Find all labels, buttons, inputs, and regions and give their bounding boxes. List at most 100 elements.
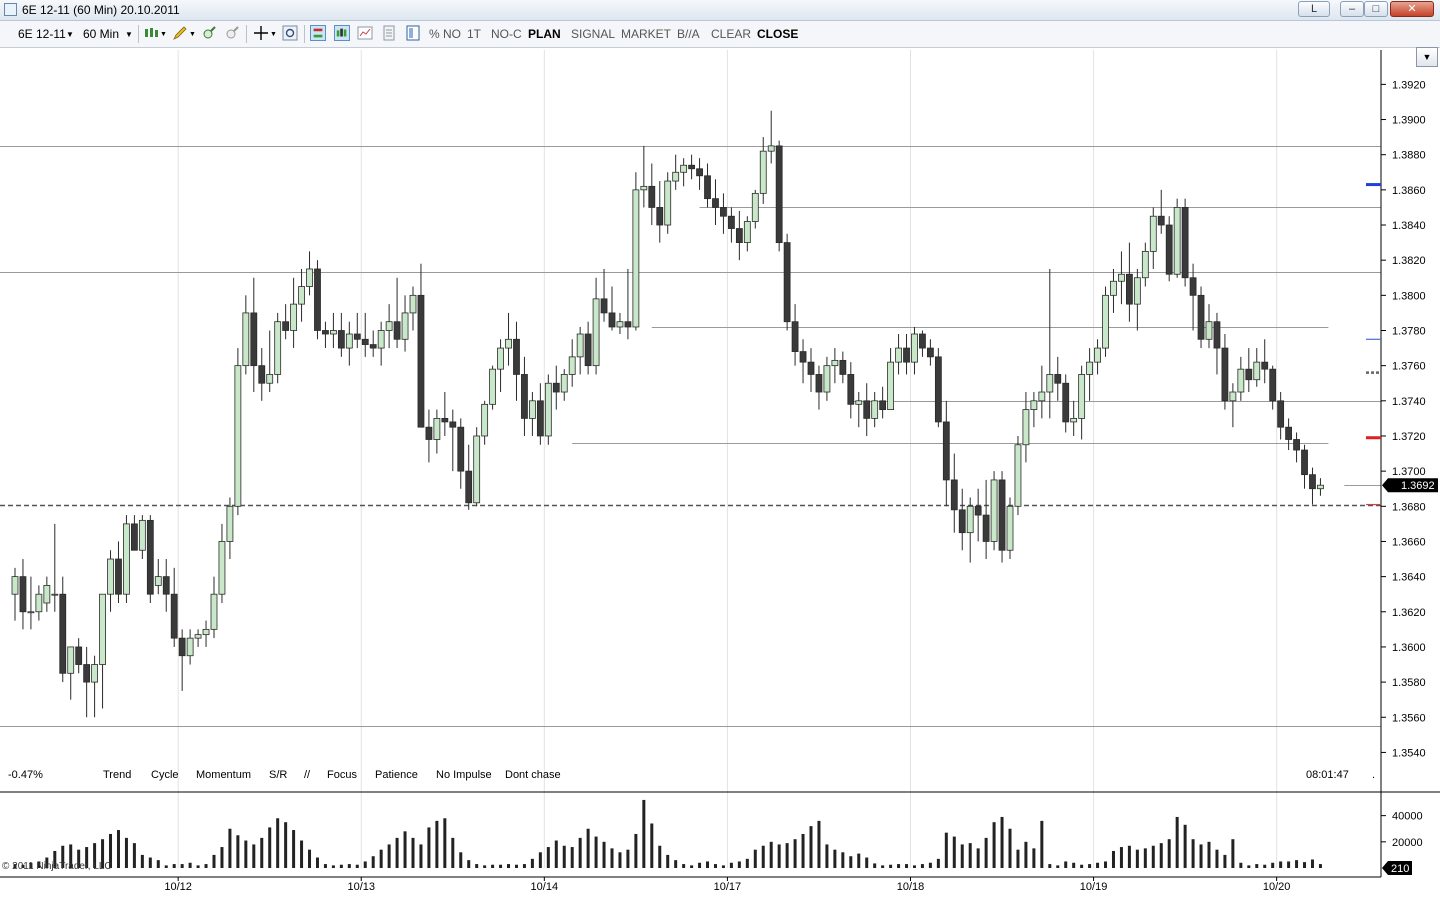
no-c-button[interactable]: NO-C xyxy=(491,27,522,41)
interval-selector[interactable]: 60 Min xyxy=(83,27,119,41)
link-button[interactable]: L xyxy=(1298,1,1330,17)
candle-body xyxy=(369,344,377,349)
volume-bar xyxy=(491,864,495,868)
candle-body xyxy=(950,479,958,511)
candle xyxy=(1046,268,1054,419)
candle xyxy=(624,268,632,340)
strategy-icon[interactable] xyxy=(310,25,326,41)
candle-body xyxy=(1102,294,1109,349)
zoom-in-icon[interactable] xyxy=(201,25,217,41)
volume-bar xyxy=(1024,841,1028,868)
candle-body xyxy=(1133,277,1141,305)
candle-body xyxy=(377,330,385,349)
toolbar-separator xyxy=(246,25,247,43)
volume-bar xyxy=(944,832,948,868)
crosshair-dropdown-icon[interactable]: ▼ xyxy=(270,31,277,38)
candle xyxy=(505,312,512,366)
candle xyxy=(966,497,974,563)
candle-body xyxy=(1205,321,1213,340)
volume-bar xyxy=(1159,843,1163,868)
chart-properties-icon[interactable] xyxy=(357,25,373,41)
price-tick-label: 1.3600 xyxy=(1392,642,1426,654)
volume-bar xyxy=(1104,861,1108,868)
indicator-trend: Trend xyxy=(103,769,132,781)
volume-bar xyxy=(1000,816,1004,868)
minimize-button[interactable]: – xyxy=(1340,1,1364,17)
candle xyxy=(1269,365,1277,410)
candle xyxy=(911,326,918,375)
candle-body xyxy=(584,333,592,367)
volume-bar xyxy=(578,837,582,868)
title-bar: 6E 12-11 (60 Min) 20.10.2011 L – □ ✕ xyxy=(0,0,1440,21)
bid-ask-button[interactable]: B//A xyxy=(677,27,700,41)
candle xyxy=(903,334,910,375)
candle xyxy=(170,567,178,647)
zoom-out-icon[interactable] xyxy=(224,25,240,41)
candle-body xyxy=(998,479,1006,551)
candle-body xyxy=(258,365,266,384)
interval-dropdown-icon[interactable]: ▼ xyxy=(125,30,133,39)
candle xyxy=(210,576,218,639)
clear-button[interactable]: CLEAR xyxy=(711,27,751,41)
search-icon[interactable] xyxy=(282,25,298,41)
candle-body xyxy=(1277,400,1285,428)
volume-bar xyxy=(729,862,733,868)
candle-body xyxy=(728,215,735,229)
candle-body xyxy=(250,312,258,367)
candle-body xyxy=(130,523,138,551)
volume-bar xyxy=(1287,861,1291,868)
candle xyxy=(43,576,51,612)
volume-bar xyxy=(522,864,526,868)
volume-bar xyxy=(897,864,901,868)
percent-no-button[interactable]: % NO xyxy=(429,27,461,41)
candle-body xyxy=(433,417,441,440)
candle xyxy=(75,638,83,674)
indicator-cycle: Cycle xyxy=(151,769,179,781)
indicators-icon[interactable] xyxy=(334,25,350,41)
signal-button[interactable]: SIGNAL xyxy=(571,27,615,41)
candle xyxy=(855,392,863,428)
candle-body xyxy=(1189,277,1197,296)
candle xyxy=(998,471,1006,563)
candle-body xyxy=(1301,449,1308,476)
candle xyxy=(314,260,321,340)
bar-style-icon[interactable] xyxy=(143,25,159,41)
candle xyxy=(162,559,170,612)
candle xyxy=(1070,400,1078,436)
maximize-button[interactable]: □ xyxy=(1364,1,1388,17)
volume-bar xyxy=(228,828,232,868)
candle xyxy=(35,585,43,621)
bar-style-dropdown-icon[interactable]: ▼ xyxy=(160,31,167,38)
candle xyxy=(1173,198,1181,278)
instrument-dropdown-icon[interactable]: ▼ xyxy=(66,30,74,39)
plan-button[interactable]: PLAN xyxy=(528,27,561,41)
date-axis: 10/12 10/13 10/14 10/17 10/18 10/19 10/20 xyxy=(164,877,1290,893)
pencil-icon[interactable] xyxy=(172,25,188,41)
candle-body xyxy=(521,374,528,419)
crosshair-icon[interactable] xyxy=(253,25,269,41)
panel-icon[interactable] xyxy=(405,25,421,41)
volume-bar xyxy=(292,830,296,868)
close-window-button[interactable]: ✕ xyxy=(1390,1,1434,17)
candle-body xyxy=(990,479,998,542)
close-position-button[interactable]: CLOSE xyxy=(757,27,798,41)
instrument-selector[interactable]: 6E 12-11 xyxy=(18,27,66,41)
price-tick-label: 1.3560 xyxy=(1392,712,1426,724)
candle-body xyxy=(759,150,767,194)
candle-body xyxy=(1141,250,1149,279)
candle-body xyxy=(1253,361,1261,381)
volume-bar xyxy=(713,864,717,868)
candle-body xyxy=(1149,215,1157,252)
chart-toolbar: 6E 12-11 ▼ 60 Min ▼ ▼ ▼ ▼ % NO 1T NO-C P… xyxy=(0,21,1440,48)
volume-bar xyxy=(116,830,120,868)
volume-bar xyxy=(912,865,916,868)
data-box-icon[interactable] xyxy=(381,25,397,41)
candle xyxy=(815,365,823,410)
one-t-button[interactable]: 1T xyxy=(467,27,481,41)
candle xyxy=(735,210,743,261)
date-tick-label: 10/19 xyxy=(1080,881,1108,893)
market-button[interactable]: MARKET xyxy=(621,27,671,41)
drawing-dropdown-icon[interactable]: ▼ xyxy=(189,31,196,38)
volume-bar xyxy=(124,837,128,868)
grid-lines xyxy=(177,50,1278,868)
